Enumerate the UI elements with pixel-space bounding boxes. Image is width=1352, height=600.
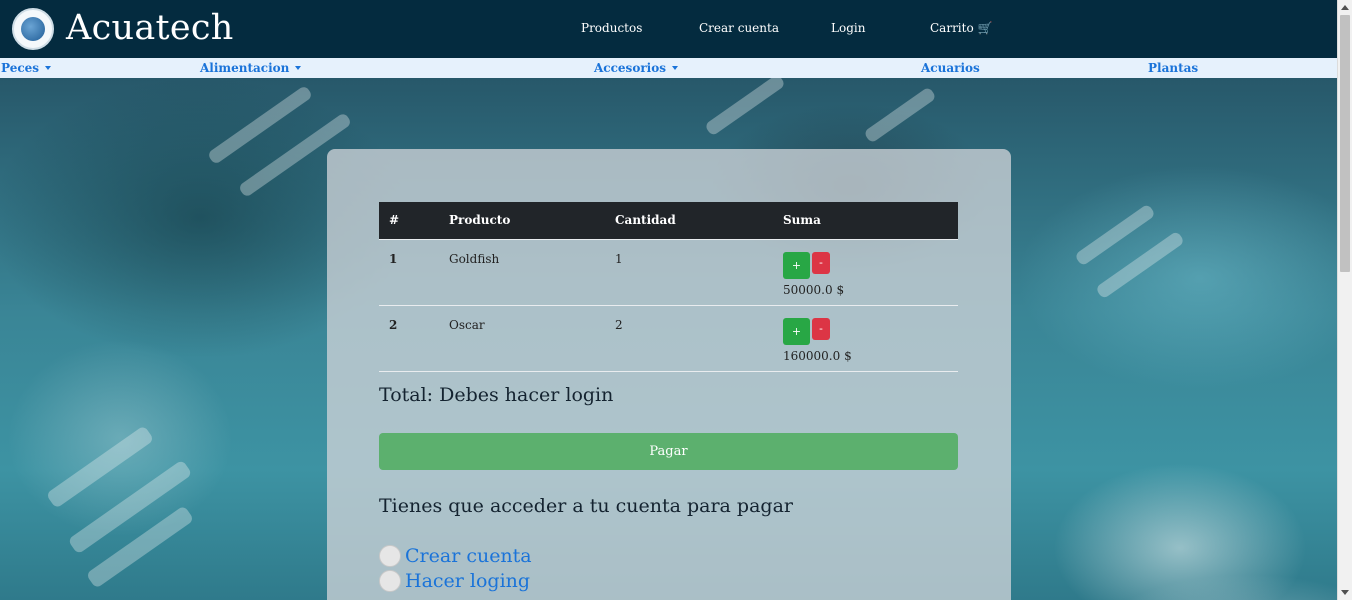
category-alimentacion[interactable]: Alimentacion: [200, 61, 302, 75]
row-sum: 160000.0 $: [783, 348, 852, 363]
chevron-down-icon: [45, 66, 52, 70]
category-bar: Peces Alimentacion Accesorios Acuarios P…: [0, 58, 1337, 78]
table-header-row: # Producto Cantidad Suma: [379, 202, 958, 239]
radio-button[interactable]: [379, 570, 401, 592]
row-quantity: 2: [605, 304, 773, 372]
option-label[interactable]: Crear cuenta: [405, 545, 532, 567]
login-required-message: Tienes que acceder a tu cuenta para paga…: [379, 495, 793, 517]
decrease-button[interactable]: -: [812, 317, 830, 340]
category-acuarios[interactable]: Acuarios: [921, 61, 980, 75]
brand-name[interactable]: Acuatech: [66, 8, 234, 48]
table-row: 1 Goldfish 1 + - 50000.0 $: [379, 238, 958, 305]
category-accesorios[interactable]: Accesorios: [594, 61, 678, 75]
row-quantity: 1: [605, 238, 773, 305]
col-product: Producto: [439, 202, 605, 239]
cart-table: # Producto Cantidad Suma 1 Goldfish 1 + -…: [379, 202, 958, 372]
chevron-down-icon: [295, 66, 302, 70]
row-product: Oscar: [439, 304, 605, 372]
decrease-button[interactable]: -: [812, 251, 830, 274]
row-number: 1: [379, 238, 439, 305]
col-number: #: [379, 202, 439, 239]
cart-total: Total: Debes hacer login: [379, 384, 614, 406]
vertical-scrollbar[interactable]: [1337, 0, 1352, 600]
nav-crear-cuenta[interactable]: Crear cuenta: [699, 21, 779, 35]
table-row: 2 Oscar 2 + - 160000.0 $: [379, 304, 958, 372]
nav-productos[interactable]: Productos: [581, 21, 642, 35]
chevron-down-icon: [671, 66, 678, 70]
cart-card: # Producto Cantidad Suma 1 Goldfish 1 + -…: [327, 149, 1011, 600]
brand-logo[interactable]: [12, 8, 54, 50]
col-sum: Suma: [773, 202, 958, 239]
scrollbar-thumb[interactable]: [1340, 15, 1350, 272]
option-hacer-loging[interactable]: Hacer loging: [379, 570, 530, 592]
radio-button[interactable]: [379, 545, 401, 567]
option-label[interactable]: Hacer loging: [405, 570, 530, 592]
col-quantity: Cantidad: [605, 202, 773, 239]
scroll-up-arrow-icon[interactable]: [1341, 5, 1349, 10]
increase-button[interactable]: +: [783, 251, 810, 279]
nav-carrito[interactable]: Carrito 🛒: [930, 21, 992, 35]
nav-login[interactable]: Login: [831, 21, 865, 35]
row-number: 2: [379, 304, 439, 372]
category-plantas[interactable]: Plantas: [1148, 61, 1198, 75]
row-product: Goldfish: [439, 238, 605, 305]
top-navbar: Acuatech Productos Crear cuenta Login Ca…: [0, 0, 1337, 58]
row-sum-cell: + - 160000.0 $: [773, 304, 958, 372]
increase-button[interactable]: +: [783, 317, 810, 345]
pay-button[interactable]: Pagar: [379, 433, 958, 470]
row-sum: 50000.0 $: [783, 282, 845, 297]
category-peces[interactable]: Peces: [1, 61, 52, 75]
row-sum-cell: + - 50000.0 $: [773, 238, 958, 305]
option-crear-cuenta[interactable]: Crear cuenta: [379, 545, 532, 567]
scroll-down-arrow-icon[interactable]: [1341, 590, 1349, 595]
